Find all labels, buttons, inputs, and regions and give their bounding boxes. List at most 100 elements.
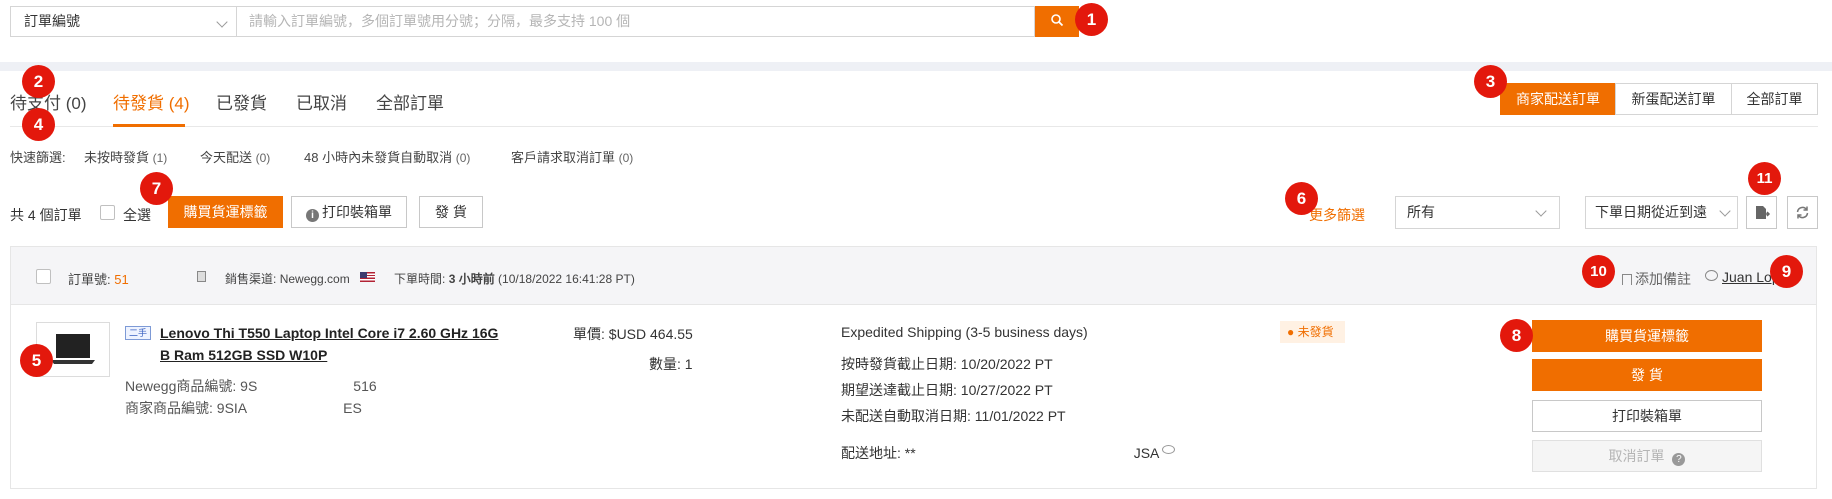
search-placeholder: 請輸入訂單編號，多個訂單號用分號；分隔，最多支持 100 個 xyxy=(249,13,631,29)
chevron-down-icon xyxy=(1719,205,1731,217)
eye-hidden-icon[interactable] xyxy=(1162,445,1175,454)
section-divider xyxy=(0,62,1832,71)
cancel-order-button[interactable]: 取消訂單 ? xyxy=(1532,440,1762,472)
address-end: JSA xyxy=(1133,445,1160,461)
newegg-item-label: Newegg商品編號: xyxy=(125,378,237,394)
shipping-method: Expedited Shipping (3-5 business days) xyxy=(841,324,1088,340)
question-icon: ? xyxy=(1672,453,1686,466)
search-field-value: 訂單編號 xyxy=(24,13,80,29)
quantity-label: 數量: xyxy=(649,356,681,372)
tab-cancelled[interactable]: 已取消 xyxy=(296,89,347,114)
status-filter-value: 所有 xyxy=(1407,204,1435,220)
add-note-link[interactable]: 添加備註 xyxy=(1622,269,1691,289)
order-time: 下單時間: 3 小時前 (10/18/2022 16:41:28 PT) xyxy=(394,270,635,287)
quick-filter-item-label: 今天配送 xyxy=(200,150,253,165)
tabs-divider xyxy=(10,126,1818,127)
search-button[interactable] xyxy=(1035,6,1079,37)
tab-shipped[interactable]: 已發貨 xyxy=(216,89,267,114)
ship-by-date: 按時發貨截止日期: 10/20/2022 PT xyxy=(841,354,1053,374)
message-icon xyxy=(1705,270,1718,281)
quick-filter-item-label: 48 小時內未發貨自動取消 xyxy=(304,150,453,165)
export-icon xyxy=(1756,206,1771,219)
unit-price: 單價: $USD 464.55 xyxy=(573,324,693,344)
deliver-by-value: 10/27/2022 PT xyxy=(960,382,1053,398)
select-all-checkbox[interactable] xyxy=(100,205,115,220)
order-total: 共 4 個訂單 xyxy=(10,207,82,223)
export-button[interactable] xyxy=(1746,196,1777,229)
product-title-line1: Lenovo Thi T550 Laptop Intel Core i7 2.6… xyxy=(160,325,499,341)
newegg-item-number: Newegg商品編號: 9S 516 xyxy=(125,376,377,396)
segment-newegg-delivery[interactable]: 新蛋配送訂單 xyxy=(1615,83,1732,115)
annotation-marker-10: 10 xyxy=(1582,255,1615,288)
ship-by-value: 10/20/2022 PT xyxy=(960,356,1053,372)
annotation-marker-1: 1 xyxy=(1075,3,1108,36)
sales-channel: 銷售渠道: Newegg.com xyxy=(225,270,350,287)
quick-filter-late-shipment[interactable]: 未按時發貨 (1) xyxy=(84,147,167,166)
status-badge-label: 未發貨 xyxy=(1297,325,1334,339)
quick-filter-cancel-request[interactable]: 客戶請求取消訂單 (0) xyxy=(511,147,633,166)
order-time-label: 下單時間: xyxy=(394,272,446,286)
search-input[interactable]: 請輸入訂單編號，多個訂單號用分號；分隔，最多支持 100 個 xyxy=(236,6,1035,37)
status-filter-select[interactable]: 所有 xyxy=(1395,196,1560,229)
sort-select[interactable]: 下單日期從近到遠 xyxy=(1585,196,1738,229)
annotation-marker-9: 9 xyxy=(1770,255,1803,288)
ship-bulk-button[interactable]: 發 貨 xyxy=(419,196,483,228)
shipping-address: 配送地址: ** JSA xyxy=(841,443,1159,463)
info-icon: i xyxy=(306,209,319,222)
refresh-icon xyxy=(1796,206,1809,219)
quick-filter-label: 快速篩選: xyxy=(10,150,66,165)
order-checkbox[interactable] xyxy=(36,269,51,284)
seller-item-label: 商家商品編號: xyxy=(125,400,213,416)
tab-all-orders[interactable]: 全部訂單 xyxy=(376,89,444,114)
quick-filter-auto-cancel[interactable]: 48 小時內未發貨自動取消 (0) xyxy=(304,147,470,166)
sales-channel-value: Newegg.com xyxy=(279,272,350,286)
annotation-marker-2: 2 xyxy=(22,65,55,98)
sort-value: 下單日期從近到遠 xyxy=(1595,204,1707,220)
unit-price-label: 單價: xyxy=(573,326,605,342)
unit-price-value: $USD 464.55 xyxy=(608,326,693,342)
address-label: 配送地址: xyxy=(841,445,901,461)
select-all-label: 全選 xyxy=(123,207,151,223)
order-time-full: (10/18/2022 16:41:28 PT) xyxy=(498,272,635,286)
annotation-marker-6: 6 xyxy=(1285,182,1318,215)
annotation-marker-7: 7 xyxy=(140,172,173,205)
quantity-value: 1 xyxy=(684,356,693,372)
condition-tag: 二手 xyxy=(125,326,151,340)
quick-filter-item-label: 客戶請求取消訂單 xyxy=(511,150,616,165)
buy-label-bulk-button[interactable]: 購買貨運標籤 xyxy=(168,196,283,228)
add-note-label: 添加備註 xyxy=(1635,271,1691,287)
segment-merchant-delivery[interactable]: 商家配送訂單 xyxy=(1500,83,1616,115)
quick-filter-count: (0) xyxy=(618,151,634,165)
annotation-marker-5: 5 xyxy=(20,344,53,377)
order-number-value[interactable]: 51 xyxy=(114,272,128,287)
segment-all-orders[interactable]: 全部訂單 xyxy=(1731,83,1818,115)
address-start: ** xyxy=(904,445,916,461)
seller-item-start: 9SIA xyxy=(216,400,248,416)
buy-label-button[interactable]: 購買貨運標籤 xyxy=(1532,320,1762,352)
product-title[interactable]: Lenovo Thi T550 Laptop Intel Core i7 2.6… xyxy=(160,322,556,366)
seller-item-end: ES xyxy=(343,400,362,416)
search-field-select[interactable]: 訂單編號 xyxy=(10,6,236,37)
print-packing-label: 打印裝箱單 xyxy=(322,204,392,220)
more-filters-link[interactable]: 更多篩選 xyxy=(1309,205,1365,225)
auto-cancel-value: 11/01/2022 PT xyxy=(974,408,1066,424)
ship-button[interactable]: 發 貨 xyxy=(1532,359,1762,391)
status-badge: ● 未發貨 xyxy=(1280,321,1345,343)
annotation-marker-3: 3 xyxy=(1474,65,1507,98)
chevron-down-icon xyxy=(1535,205,1547,217)
seller-item-number: 商家商品編號: 9SIA ES xyxy=(125,398,362,418)
more-filters-label: 更多篩選 xyxy=(1309,207,1365,223)
chevron-down-icon xyxy=(216,16,228,28)
refresh-button[interactable] xyxy=(1787,196,1818,229)
print-packing-bulk-button[interactable]: i 打印裝箱單 xyxy=(291,196,407,228)
print-packing-button[interactable]: 打印裝箱單 xyxy=(1532,400,1762,432)
quick-filter-today[interactable]: 今天配送 (0) xyxy=(200,147,270,166)
order-number-label: 訂單號: xyxy=(68,272,111,287)
product-title-line2: B Ram 512GB SSD W10P xyxy=(160,347,328,363)
annotation-marker-11: 11 xyxy=(1748,162,1781,195)
tab-pending-shipment[interactable]: 待發貨 (4) xyxy=(113,89,190,114)
copy-icon[interactable] xyxy=(197,271,206,282)
newegg-item-start: 9S xyxy=(240,378,258,394)
ship-by-label: 按時發貨截止日期: xyxy=(841,356,957,372)
active-tab-indicator xyxy=(113,124,185,127)
